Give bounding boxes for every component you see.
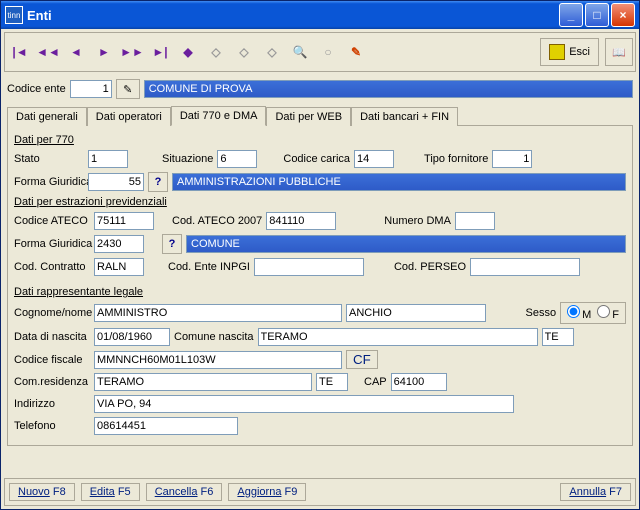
ind-label: Indirizzo [14, 398, 90, 410]
sesso-m[interactable]: M [567, 305, 591, 321]
maximize-button[interactable]: □ [585, 3, 609, 27]
res-input[interactable] [94, 373, 312, 391]
stato-input[interactable] [88, 150, 128, 168]
edita-button[interactable]: Edita F5 [81, 483, 140, 501]
nome-input[interactable] [346, 304, 486, 322]
res-label: Com.residenza [14, 376, 90, 388]
sesso-label: Sesso [526, 307, 557, 319]
tabs: Dati generali Dati operatori Dati 770 e … [7, 105, 633, 126]
tipofornitore-input[interactable] [492, 150, 532, 168]
nav-fastfwd-button[interactable]: ►► [119, 39, 145, 65]
tool-5-button[interactable]: ✎ [343, 39, 369, 65]
cognome-label: Cognome/nome [14, 307, 90, 319]
cf-input[interactable] [94, 351, 342, 369]
sesso-f[interactable]: F [597, 305, 619, 321]
nuovo-button[interactable]: Nuovo F8 [9, 483, 75, 501]
ateco07-label: Cod. ATECO 2007 [172, 215, 262, 227]
pn-input[interactable] [542, 328, 574, 346]
tab-panel: Dati per 770 Stato Situazione Codice car… [7, 126, 633, 446]
esci-label: Esci [569, 46, 590, 58]
fg770-desc: AMMINISTRAZIONI PUBBLICHE [172, 173, 626, 191]
cf-label: Codice fiscale [14, 354, 90, 366]
titlebar: tinn Enti _ □ × [1, 1, 639, 29]
nav-first-button[interactable]: |◄ [7, 39, 33, 65]
ente-name-bar: COMUNE DI PROVA [144, 80, 633, 98]
tab-dati-web[interactable]: Dati per WEB [266, 107, 351, 126]
tab-dati-bancari[interactable]: Dati bancari + FIN [351, 107, 458, 126]
dn-input[interactable] [94, 328, 170, 346]
fgprev-lookup-button[interactable]: ? [162, 234, 182, 254]
tab-dati-generali[interactable]: Dati generali [7, 107, 87, 126]
contratto-input[interactable] [94, 258, 144, 276]
perseo-label: Cod. PERSEO [394, 261, 466, 273]
tool-2-button[interactable]: ◇ [231, 39, 257, 65]
inpgi-input[interactable] [254, 258, 364, 276]
section-rapp: Dati rappresentante legale [14, 286, 626, 298]
fg770-input[interactable] [88, 173, 144, 191]
sesso-group: M F [560, 302, 626, 324]
tool-1-button[interactable]: ◇ [203, 39, 229, 65]
stato-label: Stato [14, 153, 84, 165]
esci-button[interactable]: Esci [540, 38, 599, 66]
fgprev-input[interactable] [94, 235, 144, 253]
exit-icon [549, 44, 565, 60]
ateco07-input[interactable] [266, 212, 336, 230]
tab-dati-770-dma[interactable]: Dati 770 e DMA [171, 106, 267, 126]
edit-ente-button[interactable]: ✎ [116, 79, 140, 99]
erase-button[interactable]: ◆ [175, 39, 201, 65]
carica-input[interactable] [354, 150, 394, 168]
situazione-input[interactable] [217, 150, 257, 168]
fg770-lookup-button[interactable]: ? [148, 172, 168, 192]
toolbar: |◄ ◄◄ ◄ ► ►► ►| ◆ ◇ ◇ ◇ 🔍 ○ ✎ Esci 📖 [4, 32, 636, 72]
fgprev-label: Forma Giuridica [14, 238, 90, 250]
perseo-input[interactable] [470, 258, 580, 276]
nav-next-button[interactable]: ► [91, 39, 117, 65]
tipofornitore-label: Tipo fornitore [424, 153, 488, 165]
inpgi-label: Cod. Ente INPGI [168, 261, 250, 273]
search-button[interactable]: 🔍 [287, 39, 313, 65]
ateco-input[interactable] [94, 212, 154, 230]
minimize-button[interactable]: _ [559, 3, 583, 27]
nav-last-button[interactable]: ►| [147, 39, 173, 65]
cap-label: CAP [364, 376, 387, 388]
close-button[interactable]: × [611, 3, 635, 27]
annulla-button[interactable]: Annulla F7 [560, 483, 631, 501]
cf-button[interactable]: CF [346, 350, 378, 369]
carica-label: Codice carica [283, 153, 350, 165]
codice-ente-input[interactable] [70, 80, 112, 98]
tool-3-button[interactable]: ◇ [259, 39, 285, 65]
ateco-label: Codice ATECO [14, 215, 90, 227]
tab-dati-operatori[interactable]: Dati operatori [87, 107, 171, 126]
cn-input[interactable] [258, 328, 538, 346]
section-prev: Dati per estrazioni previdenziali [14, 196, 626, 208]
aggiorna-button[interactable]: Aggiorna F9 [228, 483, 306, 501]
ind-input[interactable] [94, 395, 514, 413]
cognome-input[interactable] [94, 304, 342, 322]
help-book-button[interactable]: 📖 [605, 38, 633, 66]
nav-prev-button[interactable]: ◄ [63, 39, 89, 65]
dma-input[interactable] [455, 212, 495, 230]
section-770: Dati per 770 [14, 134, 626, 146]
window-title: Enti [27, 8, 557, 23]
resp-input[interactable] [316, 373, 348, 391]
contratto-label: Cod. Contratto [14, 261, 90, 273]
dma-label: Numero DMA [384, 215, 451, 227]
app-icon: tinn [5, 6, 23, 24]
cn-label: Comune nascita [174, 331, 254, 343]
situazione-label: Situazione [162, 153, 213, 165]
fg770-label: Forma Giuridica [14, 176, 84, 188]
fgprev-desc: COMUNE [186, 235, 626, 253]
tel-label: Telefono [14, 420, 90, 432]
tel-input[interactable] [94, 417, 238, 435]
cap-input[interactable] [391, 373, 447, 391]
footer: Nuovo F8 Edita F5 Cancella F6 Aggiorna F… [4, 478, 636, 506]
dn-label: Data di nascita [14, 331, 90, 343]
codice-ente-label: Codice ente [7, 83, 66, 95]
cancella-button[interactable]: Cancella F6 [146, 483, 223, 501]
tool-4-button[interactable]: ○ [315, 39, 341, 65]
nav-fastback-button[interactable]: ◄◄ [35, 39, 61, 65]
